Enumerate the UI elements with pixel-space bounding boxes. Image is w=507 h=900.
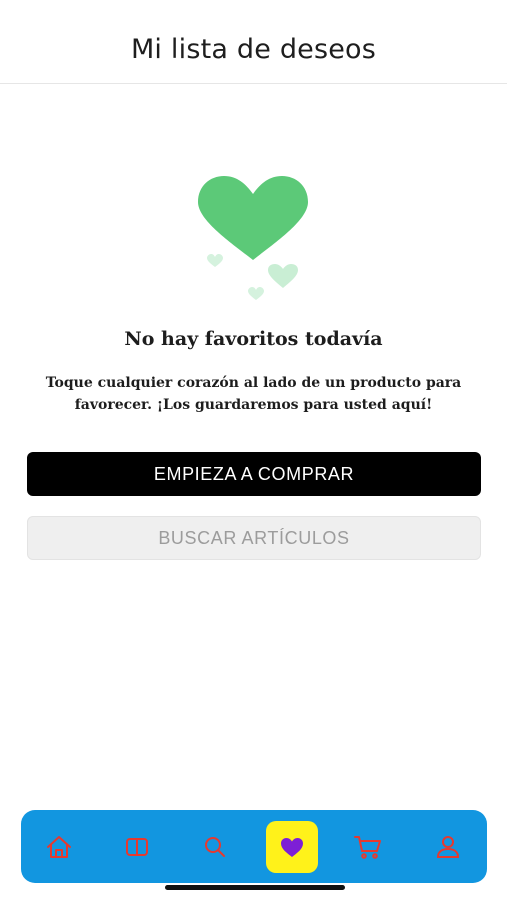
home-icon (47, 836, 71, 858)
search-icon (205, 837, 225, 857)
small-heart-icon (248, 287, 264, 300)
tab-catalog[interactable] (113, 823, 161, 871)
tab-home[interactable] (35, 823, 83, 871)
large-heart-icon (198, 176, 308, 260)
heart-icon (281, 838, 303, 857)
home-indicator (165, 885, 345, 890)
header: Mi lista de deseos (0, 0, 507, 84)
small-heart-icon (207, 254, 223, 267)
tab-wishlist[interactable] (266, 821, 318, 873)
search-items-button[interactable]: BUSCAR ARTÍCULOS (27, 516, 481, 560)
empty-state-title: No hay favoritos todavía (124, 328, 383, 350)
profile-icon (436, 836, 460, 858)
cart-icon (354, 836, 381, 859)
empty-hearts-illustration (198, 176, 308, 300)
small-heart-icon (268, 264, 298, 288)
start-shopping-button[interactable]: EMPIEZA A COMPRAR (27, 452, 481, 496)
catalog-icon (126, 838, 148, 856)
tab-profile[interactable] (424, 823, 472, 871)
tab-search[interactable] (191, 823, 239, 871)
page-title: Mi lista de deseos (130, 34, 377, 65)
bottom-tab-bar (21, 810, 487, 883)
tab-cart[interactable] (344, 823, 392, 871)
empty-state-description: Toque cualquier corazón al lado de un pr… (45, 375, 462, 413)
